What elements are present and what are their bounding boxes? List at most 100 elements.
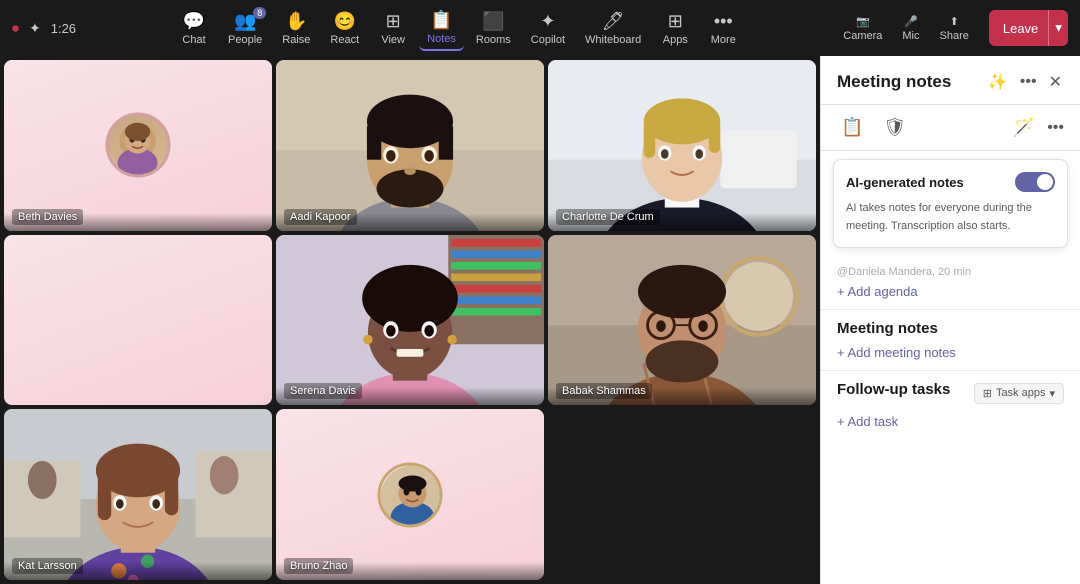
participant-name-aadi: Aadi Kapoor: [284, 209, 357, 225]
video-person-bruno: [276, 409, 544, 580]
mic-button[interactable]: 🎤 Mic: [894, 11, 927, 46]
add-notes-link[interactable]: + Add meeting notes: [837, 345, 1064, 360]
camera-label: Camera: [843, 30, 882, 42]
toggle-slider: [1015, 172, 1055, 192]
name-bar-babak: Babak Shammas: [548, 387, 816, 405]
mic-label: Mic: [902, 30, 919, 42]
video-cell-charlotte: Charlotte De Crum: [548, 60, 816, 231]
nav-rooms-label: Rooms: [476, 34, 511, 46]
nav-apps[interactable]: ⊞ Apps: [653, 7, 697, 50]
tabs-more-icon[interactable]: •••: [1047, 119, 1064, 137]
avatar-bruno: [378, 462, 443, 527]
meeting-timer: 1:26: [51, 21, 76, 36]
react-icon: 😊: [334, 11, 356, 32]
task-apps-button[interactable]: ⊞ Task apps ▾: [974, 383, 1064, 404]
nav-raise[interactable]: ✋ Raise: [274, 7, 318, 50]
name-bar-serena: Serena Davis: [276, 387, 544, 405]
side-panel: Meeting notes ✨ ••• ✕ 📋 🛡 🪄 ••• A: [820, 56, 1080, 584]
main-content: Beth Davies: [0, 56, 1080, 584]
sparkle-magic-button[interactable]: ✨: [986, 70, 1010, 94]
ai-notes-toggle[interactable]: [1015, 172, 1055, 192]
panel-header: Meeting notes ✨ ••• ✕: [821, 56, 1080, 105]
panel-more-button[interactable]: •••: [1018, 71, 1039, 93]
ai-notes-label: AI-generated notes: [846, 175, 964, 190]
nav-people[interactable]: 👥 People 8: [220, 7, 270, 50]
nav-react[interactable]: 😊 React: [322, 7, 367, 50]
panel-close-button[interactable]: ✕: [1047, 70, 1064, 94]
nav-view[interactable]: ⊞ View: [371, 7, 415, 50]
caret-down-icon: ▾: [1055, 20, 1062, 35]
leave-label: Leave: [1003, 21, 1038, 36]
task-apps-label: Task apps: [996, 387, 1046, 399]
charlotte-visual: [548, 60, 816, 231]
participant-name-bruno: Bruno Zhao: [284, 558, 353, 574]
notes-icon: 📋: [430, 10, 452, 31]
video-person-charlotte: [548, 60, 816, 231]
nav-notes-label: Notes: [427, 33, 456, 45]
agenda-placeholder: @Daniela Mandera, 20 min: [837, 266, 1064, 278]
share-button[interactable]: ⬆ Share: [932, 11, 977, 46]
whiteboard-icon: 🖊: [602, 11, 625, 32]
nav-chat[interactable]: 💬 Chat: [172, 7, 216, 50]
video-person-babak: [548, 235, 816, 406]
camera-button[interactable]: 📷 Camera: [835, 11, 890, 46]
people-badge: 8: [253, 7, 266, 19]
notes-section: Meeting notes + Add meeting notes: [821, 310, 1080, 371]
mic-icon: 🎤: [904, 15, 918, 28]
top-bar: ⏺ ✦ 1:26 💬 Chat 👥 People 8 ✋ Raise 😊 Rea…: [0, 0, 1080, 56]
video-person-serena: [276, 235, 544, 406]
participant-name-charlotte: Charlotte De Crum: [556, 209, 660, 225]
tasks-header: Follow-up tasks ⊞ Task apps ▾: [837, 381, 1064, 406]
notes-section-title: Meeting notes: [837, 320, 1064, 337]
video-person-aadi: [276, 60, 544, 231]
task-apps-chevron: ▾: [1049, 387, 1055, 400]
rooms-icon: ⬛: [482, 11, 504, 32]
video-cell-aadi: Aadi Kapoor: [276, 60, 544, 231]
notes-tab-icon[interactable]: 📋: [837, 113, 867, 142]
nav-whiteboard[interactable]: 🖊 Whiteboard: [577, 7, 649, 50]
panel-header-icons: ✨ ••• ✕: [986, 70, 1064, 94]
add-task-link[interactable]: + Add task: [837, 414, 1064, 429]
video-person-beth: [4, 60, 272, 231]
add-task-label: + Add task: [837, 414, 898, 429]
name-bar-aadi: Aadi Kapoor: [276, 213, 544, 231]
shield-tab-icon[interactable]: 🛡: [879, 113, 910, 142]
video-person-kat: [4, 409, 272, 580]
camera-icon: 📷: [856, 15, 870, 28]
raise-icon: ✋: [285, 11, 307, 32]
participant-name-serena: Serena Davis: [284, 383, 362, 399]
add-agenda-label: + Add agenda: [837, 284, 918, 299]
video-cell-local: [4, 235, 272, 406]
nav-rooms[interactable]: ⬛ Rooms: [468, 7, 519, 50]
avatar-face-beth: [109, 113, 168, 178]
nav-notes[interactable]: 📋 Notes: [419, 6, 464, 51]
ai-notes-header: AI-generated notes: [846, 172, 1055, 192]
video-cell-beth: Beth Davies: [4, 60, 272, 231]
chat-icon: 💬: [183, 11, 205, 32]
video-cell-babak: Babak Shammas: [548, 235, 816, 406]
panel-tabs: 📋 🛡 🪄 •••: [821, 105, 1080, 151]
panel-title: Meeting notes: [837, 72, 951, 92]
view-icon: ⊞: [386, 11, 401, 32]
video-cell-serena: Serena Davis: [276, 235, 544, 406]
serena-visual: [276, 235, 544, 406]
name-bar-kat: Kat Larsson: [4, 562, 272, 580]
nav-copilot[interactable]: ✦ Copilot: [523, 7, 573, 50]
share-label: Share: [940, 30, 969, 42]
panel-more-icon: •••: [1020, 73, 1037, 91]
nav-chat-label: Chat: [182, 34, 205, 46]
share-icon: ⬆: [950, 15, 959, 28]
babak-visual: [548, 235, 816, 406]
top-bar-right: 📷 Camera 🎤 Mic ⬆ Share Leave ▾: [835, 10, 1068, 46]
add-agenda-link[interactable]: + Add agenda: [837, 284, 1064, 299]
leave-button[interactable]: Leave: [989, 10, 1052, 46]
leave-caret-button[interactable]: ▾: [1048, 10, 1068, 46]
nav-whiteboard-label: Whiteboard: [585, 34, 641, 46]
magic-cursor-icon[interactable]: 🪄: [1013, 117, 1035, 138]
tasks-section: Follow-up tasks ⊞ Task apps ▾ + Add task: [821, 371, 1080, 439]
video-cell-empty: [548, 409, 816, 580]
agenda-section: @Daniela Mandera, 20 min + Add agenda: [821, 256, 1080, 310]
task-apps-icon: ⊞: [983, 387, 992, 400]
nav-more[interactable]: ••• More: [701, 7, 745, 50]
tasks-section-title: Follow-up tasks: [837, 381, 950, 398]
